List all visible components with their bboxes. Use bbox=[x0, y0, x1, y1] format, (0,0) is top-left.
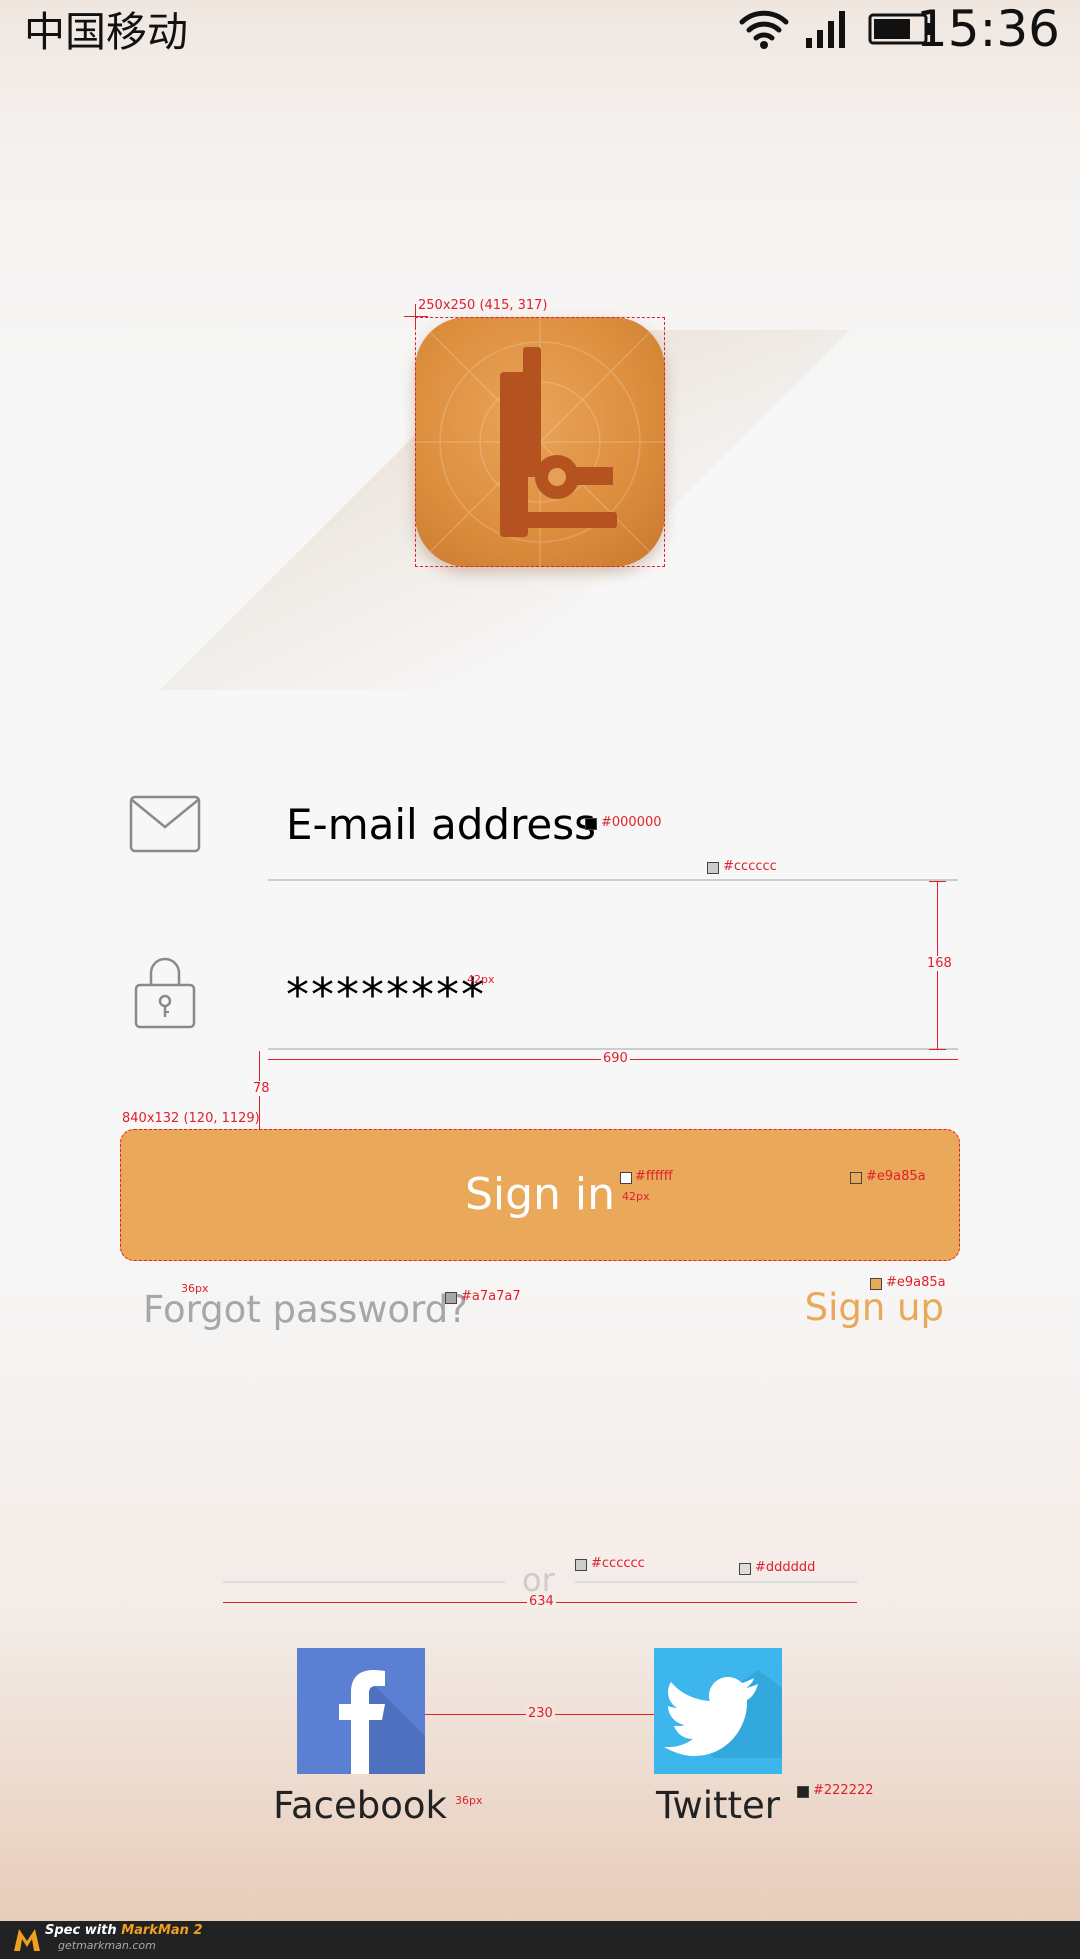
envelope-icon bbox=[129, 795, 201, 853]
spec-logo-crosshair bbox=[404, 316, 428, 317]
spec-social-font: 36px bbox=[455, 1794, 483, 1807]
spec-gap-value: 78 bbox=[253, 1081, 270, 1096]
email-underline bbox=[268, 879, 958, 881]
markman-footer: Spec with MarkMan 2 getmarkman.com bbox=[0, 1921, 1080, 1959]
spec-forgot-font: 36px bbox=[181, 1282, 209, 1295]
markman-brand: Spec with MarkMan 2 bbox=[45, 1923, 203, 1939]
spec-line-color-swatch bbox=[707, 862, 719, 874]
spec-email-color: #000000 bbox=[601, 815, 662, 830]
spec-password-font: 42px bbox=[467, 973, 495, 986]
lock-icon bbox=[134, 957, 196, 1029]
spec-signup-color-swatch bbox=[870, 1278, 882, 1290]
spec-logo-box bbox=[415, 317, 665, 567]
twitter-label: Twitter bbox=[655, 1784, 780, 1827]
password-input[interactable]: ******** bbox=[286, 965, 486, 1025]
spec-social-color: #222222 bbox=[813, 1783, 874, 1798]
spec-or-color: #cccccc bbox=[591, 1556, 645, 1571]
spec-forgot-color-swatch bbox=[445, 1292, 457, 1304]
spec-divider-color-swatch bbox=[739, 1563, 751, 1575]
spec-forgot-color: #a7a7a7 bbox=[461, 1289, 521, 1304]
spec-signin-bg-swatch bbox=[850, 1172, 862, 1184]
markman-logo-icon bbox=[14, 1929, 40, 1951]
signal-icon bbox=[806, 11, 845, 48]
spec-social-gap: 230 bbox=[526, 1706, 555, 1721]
twitter-button[interactable] bbox=[654, 1648, 782, 1774]
spec-email-color-swatch bbox=[585, 818, 597, 830]
spec-signup-color: #e9a85a bbox=[886, 1275, 946, 1290]
spec-width-value: 690 bbox=[601, 1051, 630, 1066]
spec-signin-label: 840x132 (120, 1129) bbox=[122, 1111, 260, 1126]
spec-signin-text-color: #ffffff bbox=[635, 1169, 673, 1184]
spec-logo-label: 250x250 (415, 317) bbox=[418, 298, 548, 313]
email-input[interactable]: E-mail address bbox=[286, 795, 596, 855]
spec-divider-color: #dddddd bbox=[755, 1560, 816, 1575]
markman-brand-prefix: Spec with bbox=[45, 1923, 122, 1938]
or-divider-right bbox=[575, 1581, 857, 1583]
spec-signin-text-swatch bbox=[620, 1172, 632, 1184]
facebook-button[interactable] bbox=[297, 1648, 425, 1774]
spec-social-color-swatch bbox=[797, 1786, 809, 1798]
spec-line-color: #cccccc bbox=[723, 859, 777, 874]
status-time: 15:36 bbox=[915, 0, 1060, 58]
spec-signin-bg-color: #e9a85a bbox=[866, 1169, 926, 1184]
spec-or-color-swatch bbox=[575, 1559, 587, 1571]
spec-height-tick-bottom bbox=[929, 1049, 946, 1050]
password-underline bbox=[268, 1048, 958, 1050]
spec-divider-width: 634 bbox=[527, 1594, 556, 1609]
spec-signin-box bbox=[120, 1129, 960, 1261]
wifi-icon bbox=[739, 10, 789, 49]
markman-site: getmarkman.com bbox=[58, 1939, 156, 1952]
spec-signin-font: 42px bbox=[622, 1190, 650, 1203]
or-divider-left bbox=[223, 1581, 505, 1583]
spec-logo-crosshair-v bbox=[415, 304, 416, 328]
facebook-label: Facebook bbox=[273, 1784, 447, 1827]
markman-brand-name: MarkMan 2 bbox=[121, 1923, 203, 1938]
carrier-name: 中国移动 bbox=[24, 8, 188, 56]
spec-height-tick-top bbox=[929, 881, 946, 882]
spec-height-value: 168 bbox=[927, 956, 952, 971]
